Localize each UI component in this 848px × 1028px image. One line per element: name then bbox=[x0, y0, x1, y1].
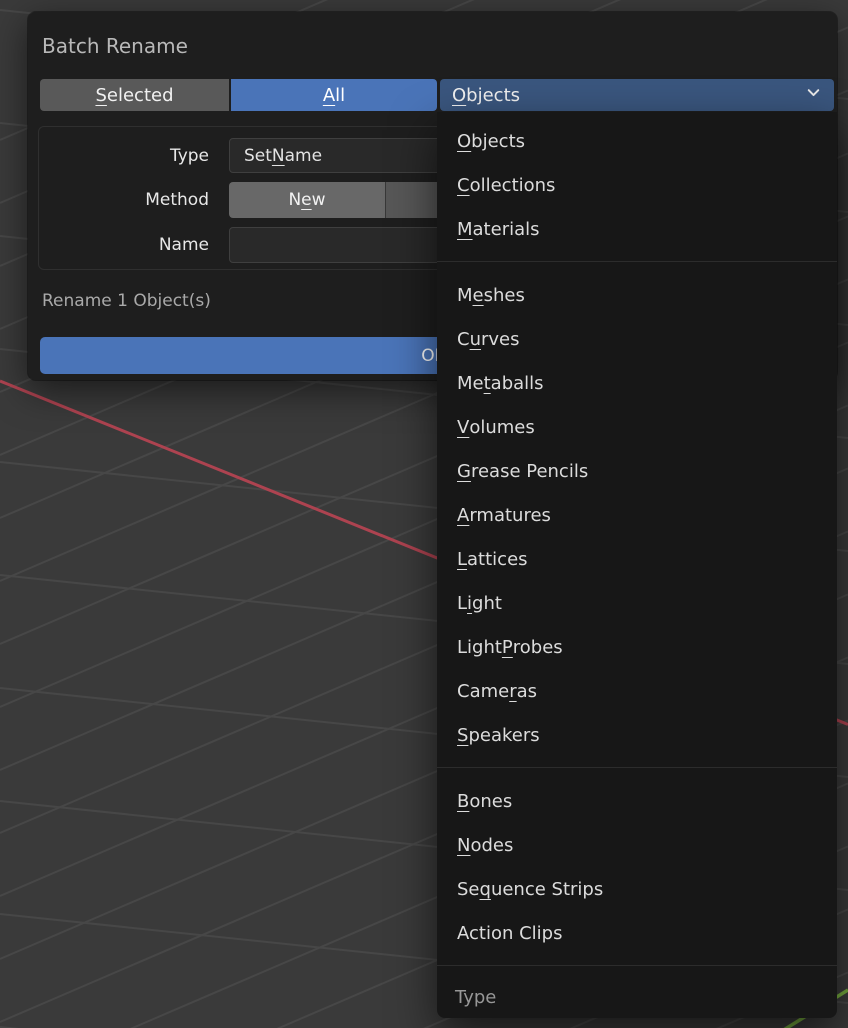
name-label: Name bbox=[39, 227, 209, 263]
chevron-down-icon bbox=[805, 84, 822, 106]
scope-selected-button[interactable]: Selected bbox=[40, 79, 229, 111]
rename-count-text: Rename 1 Object(s) bbox=[42, 291, 211, 311]
menu-item-cameras[interactable]: Cameras bbox=[437, 669, 837, 713]
menu-item-volumes[interactable]: Volumes bbox=[437, 405, 837, 449]
menu-item-grease-pencils[interactable]: Grease Pencils bbox=[437, 449, 837, 493]
menu-item-materials[interactable]: Materials bbox=[437, 207, 837, 251]
menu-item-sequence-strips[interactable]: Sequence Strips bbox=[437, 867, 837, 911]
data-type-menu: ObjectsCollectionsMaterials MeshesCurvesM… bbox=[437, 112, 837, 1018]
menu-item-light-probes[interactable]: Light Probes bbox=[437, 625, 837, 669]
menu-separator bbox=[437, 261, 837, 262]
menu-footer-label: Type bbox=[437, 977, 837, 1017]
type-label: Type bbox=[39, 138, 209, 173]
menu-item-collections[interactable]: Collections bbox=[437, 163, 837, 207]
menu-item-bones[interactable]: Bones bbox=[437, 779, 837, 823]
menu-item-armatures[interactable]: Armatures bbox=[437, 493, 837, 537]
type-menu-list: ObjectsCollectionsMaterials MeshesCurvesM… bbox=[437, 119, 837, 955]
menu-item-action-clips[interactable]: Action Clips bbox=[437, 911, 837, 955]
menu-item-light[interactable]: Light bbox=[437, 581, 837, 625]
method-label: Method bbox=[39, 182, 209, 218]
menu-item-speakers[interactable]: Speakers bbox=[437, 713, 837, 757]
method-new-button[interactable]: New bbox=[229, 182, 386, 218]
menu-item-meshes[interactable]: Meshes bbox=[437, 273, 837, 317]
dialog-title: Batch Rename bbox=[42, 34, 188, 58]
menu-item-nodes[interactable]: Nodes bbox=[437, 823, 837, 867]
data-type-dropdown-label: Objects bbox=[452, 85, 520, 106]
scope-and-type-row: Selected All Objects bbox=[40, 79, 834, 111]
menu-separator bbox=[437, 767, 837, 768]
menu-separator bbox=[437, 965, 837, 966]
data-type-dropdown[interactable]: Objects bbox=[440, 79, 834, 111]
menu-item-metaballs[interactable]: Metaballs bbox=[437, 361, 837, 405]
scope-all-button[interactable]: All bbox=[231, 79, 437, 111]
menu-item-curves[interactable]: Curves bbox=[437, 317, 837, 361]
menu-item-objects[interactable]: Objects bbox=[437, 119, 837, 163]
menu-item-lattices[interactable]: Lattices bbox=[437, 537, 837, 581]
